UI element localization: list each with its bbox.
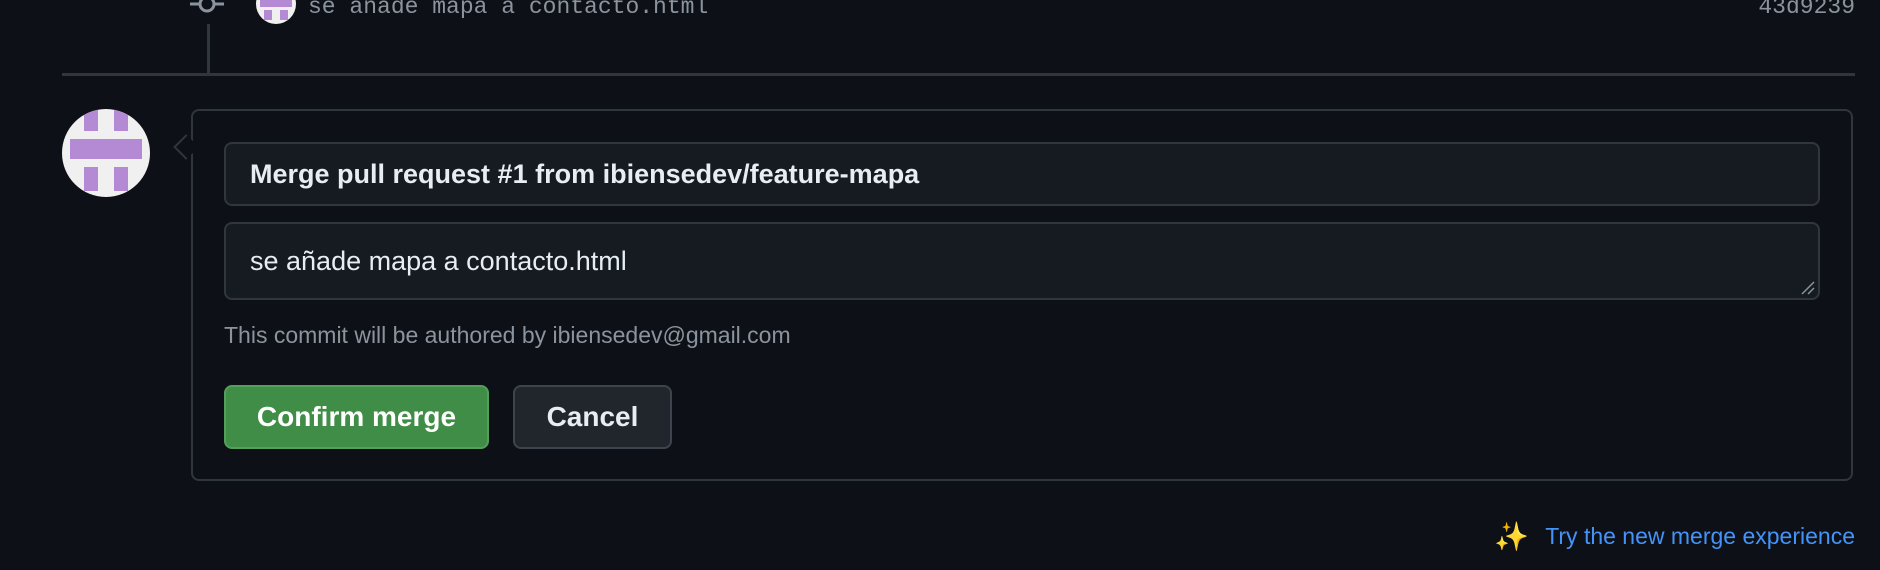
commit-sha[interactable]: 43d9239 xyxy=(1758,0,1855,20)
avatar[interactable] xyxy=(62,109,150,197)
author-note: This commit will be authored by ibiensed… xyxy=(224,322,791,348)
try-new-merge-link[interactable]: ✨ Try the new merge experience xyxy=(1494,520,1855,553)
cancel-button[interactable]: Cancel xyxy=(513,385,672,449)
sparkles-icon: ✨ xyxy=(1494,521,1530,552)
commit-title-input[interactable] xyxy=(224,142,1820,206)
git-commit-icon xyxy=(190,0,224,13)
identicon-icon xyxy=(260,0,292,20)
commit-author-avatar[interactable] xyxy=(256,0,296,24)
identicon-icon xyxy=(70,109,142,191)
commit-body-textarea[interactable]: se añade mapa a contacto.html xyxy=(224,222,1820,300)
confirm-merge-button[interactable]: Confirm merge xyxy=(224,385,489,449)
try-new-merge-label[interactable]: Try the new merge experience xyxy=(1545,523,1855,550)
timeline-divider xyxy=(62,73,1855,76)
timeline-line xyxy=(207,24,210,74)
resize-handle-icon[interactable] xyxy=(1800,280,1816,296)
commit-message[interactable]: se añade mapa a contacto.html xyxy=(308,0,708,20)
commit-row: se añade mapa a contacto.html 43d9239 xyxy=(0,0,1880,30)
